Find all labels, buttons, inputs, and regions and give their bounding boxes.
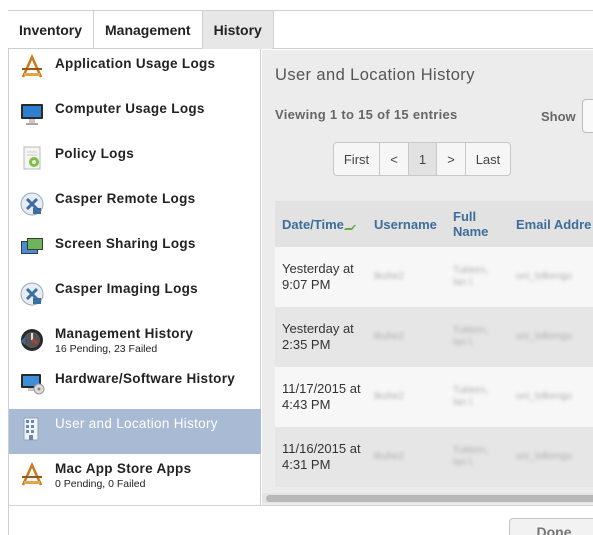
tab-history[interactable]: History (202, 11, 274, 49)
pager-prev-button[interactable]: < (380, 143, 409, 175)
footer-bar: Done (9, 505, 593, 535)
sidebar-item-label: Application Usage Logs (55, 56, 216, 71)
app-usage-icon (19, 53, 45, 80)
sidebar-item-label: Policy Logs (55, 146, 135, 161)
policy-icon (19, 145, 45, 171)
column-header-username[interactable]: Username (374, 201, 437, 247)
monitor-icon (19, 101, 45, 127)
show-label: Show (541, 109, 576, 124)
cell-datetime: Yesterday at 9:07 PM (282, 261, 354, 292)
cell-fullname: Tukken, lan l. (453, 325, 489, 348)
sidebar-item-status: 16 Pending, 23 Failed (55, 343, 158, 355)
casper-remote-icon (19, 191, 45, 217)
sidebar-item-label: Computer Usage Logs (55, 101, 205, 116)
sidebar-item-label: Mac App Store Apps (55, 461, 192, 476)
column-header-label: Date/Time (282, 216, 344, 232)
main-panel: User and Location History Viewing 1 to 1… (262, 50, 593, 535)
cell-fullname: Tukken, lan l. (453, 445, 489, 468)
cell-username: tkuhe2 (374, 271, 405, 282)
sidebar-item-label: Management History (55, 326, 194, 341)
cell-username: tkuhe2 (374, 391, 405, 402)
sidebar-item-label: User and Location History (55, 416, 218, 431)
pager-first-button[interactable]: First (334, 143, 380, 175)
cell-username: tkuhe2 (374, 331, 405, 342)
table-row[interactable]: 11/17/2015 at 4:43 PM tkuhe2 Tukken, lan… (275, 367, 593, 427)
pager-last-button[interactable]: Last (466, 143, 510, 175)
sort-ascending-icon (343, 224, 357, 230)
sidebar-item-label: Screen Sharing Logs (55, 236, 196, 251)
sidebar-item-casper-imaging-logs[interactable]: Casper Imaging Logs (9, 274, 261, 319)
cell-datetime: Yesterday at 2:35 PM (282, 321, 354, 352)
sidebar-item-management-history[interactable]: Management History 16 Pending, 23 Failed (9, 319, 261, 364)
horizontal-scrollbar[interactable] (262, 493, 593, 503)
column-header-datetime[interactable]: Date/Time (282, 201, 357, 247)
tab-management[interactable]: Management (94, 11, 203, 49)
sidebar-item-mac-app-store-apps[interactable]: Mac App Store Apps 0 Pending, 0 Failed (9, 454, 261, 499)
sidebar-item-user-and-location-history[interactable]: User and Location History (9, 409, 261, 454)
sidebar-item-status: 0 Pending, 0 Failed (55, 478, 146, 490)
table-row[interactable]: Yesterday at 9:07 PM tkuhe2 Tukken, lan … (275, 247, 593, 307)
cell-username: tkuhe2 (374, 451, 405, 462)
pager-page-1[interactable]: 1 (409, 143, 437, 175)
tab-bar: Inventory Management History (8, 11, 274, 49)
sidebar-item-computer-usage-logs[interactable]: Computer Usage Logs (9, 94, 261, 139)
hardware-software-icon (19, 371, 45, 397)
screen-sharing-icon (19, 235, 45, 261)
cell-email: uni_lolkengu (516, 271, 573, 282)
sidebar-item-application-usage-logs[interactable]: Application Usage Logs (9, 49, 261, 94)
sidebar-item-casper-remote-logs[interactable]: Casper Remote Logs (9, 184, 261, 229)
app-store-icon (19, 461, 45, 488)
management-history-icon (19, 327, 45, 353)
column-header-email[interactable]: Email Addre (516, 201, 591, 247)
pagination: First < 1 > Last (333, 142, 511, 176)
casper-imaging-icon (19, 281, 45, 307)
table-row[interactable]: 11/16/2015 at 4:31 PM tkuhe2 Tukken, lan… (275, 427, 593, 487)
tab-bar-divider (272, 11, 593, 49)
table-row[interactable]: Yesterday at 2:35 PM tkuhe2 Tukken, lan … (275, 307, 593, 367)
tab-inventory[interactable]: Inventory (8, 11, 95, 49)
building-icon (19, 416, 45, 442)
table-header: Date/Time Username Full Name Email Addre (275, 201, 593, 247)
column-header-fullname[interactable]: Full Name (453, 201, 503, 247)
sidebar-item-label: Hardware/Software History (55, 371, 236, 386)
pager-next-button[interactable]: > (437, 143, 466, 175)
scrollbar-thumb[interactable] (266, 495, 593, 502)
sidebar-item-hardware-software-history[interactable]: Hardware/Software History (9, 364, 261, 409)
entries-summary: Viewing 1 to 15 of 15 entries (275, 107, 458, 122)
sidebar-item-label: Casper Imaging Logs (55, 281, 198, 296)
cell-email: uni_lolkengu (516, 391, 573, 402)
sidebar-item-label: Casper Remote Logs (55, 191, 196, 206)
cell-fullname: Tukken, lan l. (453, 265, 489, 288)
entries-per-page-select[interactable] (582, 99, 593, 133)
cell-datetime: 11/17/2015 at 4:43 PM (282, 381, 361, 412)
page-title: User and Location History (275, 66, 475, 84)
cell-datetime: 11/16/2015 at 4:31 PM (282, 441, 361, 472)
cell-email: uni_lolkengu (516, 451, 573, 462)
done-button[interactable]: Done (509, 518, 593, 535)
sidebar-item-policy-logs[interactable]: Policy Logs (9, 139, 261, 184)
sidebar: Application Usage Logs Computer Usage Lo… (9, 49, 261, 535)
history-table: Date/Time Username Full Name Email Addre… (275, 201, 593, 491)
sidebar-item-screen-sharing-logs[interactable]: Screen Sharing Logs (9, 229, 261, 274)
cell-email: uni_lolkengu (516, 331, 573, 342)
cell-fullname: Tukken, lan l. (453, 385, 489, 408)
